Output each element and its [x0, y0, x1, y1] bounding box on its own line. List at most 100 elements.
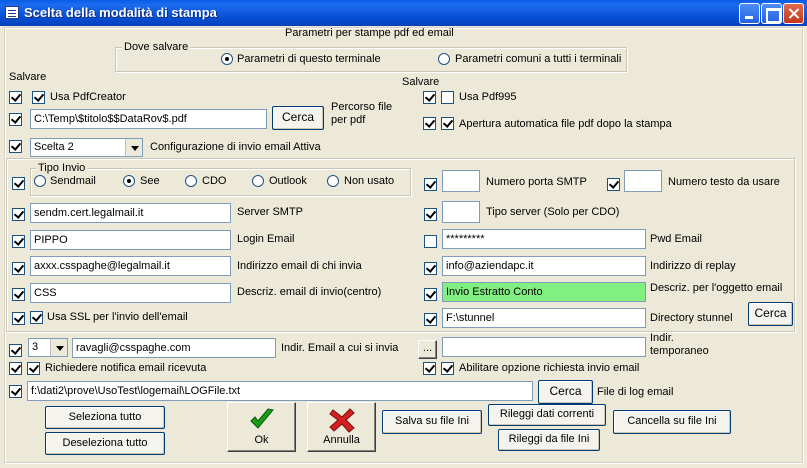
salvare-email-dest-checkbox[interactable] — [9, 344, 22, 357]
annulla-button[interactable]: Annulla — [307, 402, 376, 452]
ok-label: Ok — [254, 434, 269, 446]
salvare-tipo-invio-checkbox[interactable] — [12, 177, 25, 190]
apertura-checkbox[interactable] — [441, 117, 454, 130]
radio-see[interactable] — [123, 175, 135, 187]
salvare-porta-checkbox[interactable] — [424, 178, 437, 191]
radio-outlook[interactable] — [252, 175, 264, 187]
percorso-input[interactable]: C:\Temp\$titolo$$DataRov$.pdf — [30, 109, 267, 129]
cancella-file-ini-button[interactable]: Cancella su file Ini — [613, 410, 731, 434]
salvare-pdfcreator-checkbox[interactable] — [9, 91, 22, 104]
stunnel-label: Directory stunnel — [650, 312, 733, 324]
indir-temporaneo-label: Indir. temporaneo — [650, 332, 709, 357]
chevron-down-icon[interactable] — [50, 339, 67, 356]
radio-comuni[interactable] — [438, 53, 450, 65]
seleziona-tutto-button[interactable]: Seleziona tutto — [45, 406, 165, 429]
usa-ssl-label: Usa SSL per l'invio dell'email — [47, 311, 188, 323]
radio-terminale[interactable] — [221, 53, 233, 65]
numero-select[interactable]: 3 — [28, 338, 68, 357]
header-label: Parametri per stampe pdf ed email — [285, 27, 454, 39]
salvare-pdf995-checkbox[interactable] — [423, 91, 436, 104]
radio-see-label: See — [140, 175, 160, 187]
usa-pdfcreator-checkbox[interactable] — [32, 91, 45, 104]
ellipsis-label: ... — [422, 342, 433, 354]
seleziona-tutto-label: Seleziona tutto — [68, 411, 142, 423]
salvare-replay-checkbox[interactable] — [424, 262, 437, 275]
cancel-x-icon — [328, 408, 355, 433]
richiedere-notifica-checkbox[interactable] — [27, 362, 40, 375]
salvare-richiedere-checkbox[interactable] — [9, 362, 22, 375]
radio-sendmail-label: Sendmail — [50, 175, 96, 187]
radio-cdo-label: CDO — [202, 175, 227, 187]
scelta-select[interactable]: Scelta 2 — [30, 138, 143, 157]
salva-file-ini-button[interactable]: Salva su file Ini — [382, 410, 482, 434]
log-file-input[interactable]: f:\dati2\prove\UsoTest\logemail\LOGFile.… — [27, 381, 533, 401]
tipo-server-label: Tipo server (Solo per CDO) — [486, 206, 620, 218]
radio-sendmail[interactable] — [34, 175, 46, 187]
ellipsis-button[interactable]: ... — [418, 340, 437, 359]
checkmark-icon — [249, 408, 274, 429]
chevron-down-icon[interactable] — [125, 139, 142, 156]
usa-pdf995-checkbox[interactable] — [441, 91, 454, 104]
apertura-label: Apertura automatica file pdf dopo la sta… — [459, 118, 672, 130]
login-email-label: Login Email — [237, 233, 295, 245]
tipo-server-input[interactable] — [442, 201, 480, 223]
close-button[interactable] — [783, 3, 804, 24]
window-title: Scelta della modalità di stampa — [24, 5, 217, 20]
salvare-oggetto-checkbox[interactable] — [424, 288, 437, 301]
abilitare-checkbox[interactable] — [441, 362, 454, 375]
replay-input[interactable]: info@aziendapc.it — [442, 256, 646, 276]
stunnel-input[interactable]: F:\stunnel — [442, 308, 646, 328]
salvare-numero-testo-checkbox[interactable] — [607, 178, 620, 191]
login-email-input[interactable]: PIPPO — [30, 230, 231, 250]
salva-file-ini-label: Salva su file Ini — [395, 415, 469, 427]
descr-email-input[interactable]: CSS — [30, 283, 231, 303]
annulla-label: Annulla — [323, 434, 360, 446]
title-bar: Scelta della modalità di stampa — [0, 0, 807, 26]
log-cerca-button[interactable]: Cerca — [538, 380, 593, 404]
salvare-pwd-checkbox[interactable] — [424, 235, 437, 248]
radio-terminale-label: Parametri di questo terminale — [237, 53, 381, 65]
log-file-label: File di log email — [597, 386, 674, 398]
salvare-apertura-checkbox[interactable] — [423, 117, 436, 130]
percorso-cerca-button[interactable]: Cerca — [272, 106, 324, 130]
deseleziona-tutto-button[interactable]: Deseleziona tutto — [45, 432, 165, 455]
percorso-label: Percorso file per pdf — [331, 101, 393, 126]
salvare-server-checkbox[interactable] — [12, 208, 25, 221]
email-destinatario-label: Indir. Email a cui si invia — [281, 342, 399, 354]
salvare-percorso-checkbox[interactable] — [9, 113, 22, 126]
indirizzo-email-input[interactable]: axxx.csspaghe@legalmail.it — [30, 256, 231, 276]
pwd-email-input[interactable]: ********* — [442, 229, 646, 249]
stunnel-cerca-button[interactable]: Cerca — [748, 302, 793, 326]
tipo-invio-title: Tipo Invio — [36, 162, 88, 174]
ok-button[interactable]: Ok — [227, 402, 296, 452]
oggetto-email-input[interactable]: Invio Estratto Conto — [442, 282, 646, 302]
right-salvare-label: Salvare — [402, 76, 440, 88]
maximize-button[interactable] — [761, 3, 782, 24]
salvare-stunnel-checkbox[interactable] — [424, 313, 437, 326]
salvare-abilitare-checkbox[interactable] — [423, 362, 436, 375]
numero-testo-input[interactable] — [624, 170, 662, 192]
salvare-log-checkbox[interactable] — [9, 385, 22, 398]
radio-comuni-label: Parametri comuni a tutti i terminali — [455, 53, 622, 65]
minimize-button[interactable] — [739, 3, 760, 24]
descr-email-label: Descriz. email di invio(centro) — [237, 286, 382, 298]
salvare-scelta-checkbox[interactable] — [9, 140, 22, 153]
oggetto-email-label: Descriz. per l'oggetto email — [650, 282, 783, 294]
abilitare-label: Abilitare opzione richiesta invio email — [459, 362, 640, 374]
salvare-login-checkbox[interactable] — [12, 235, 25, 248]
rileggi-dati-correnti-button[interactable]: Rileggi dati correnti — [488, 404, 606, 426]
numero-testo-label: Numero testo da usare — [668, 176, 780, 188]
rileggi-file-ini-button[interactable]: Rileggi da file Ini — [498, 429, 600, 451]
indir-temporaneo-input[interactable] — [442, 337, 646, 357]
radio-non-usato[interactable] — [327, 175, 339, 187]
porta-smtp-input[interactable] — [442, 170, 480, 192]
salvare-descr-checkbox[interactable] — [12, 288, 25, 301]
salvare-tipo-server-checkbox[interactable] — [424, 208, 437, 221]
salvare-ssl-checkbox[interactable] — [12, 312, 25, 325]
usa-pdfcreator-label: Usa PdfCreator — [50, 91, 126, 103]
server-smtp-input[interactable]: sendm.cert.legalmail.it — [30, 203, 231, 223]
email-destinatario-input[interactable]: ravagli@csspaghe.com — [72, 338, 276, 358]
usa-ssl-checkbox[interactable] — [30, 311, 43, 324]
radio-cdo[interactable] — [185, 175, 197, 187]
salvare-indirizzo-checkbox[interactable] — [12, 262, 25, 275]
